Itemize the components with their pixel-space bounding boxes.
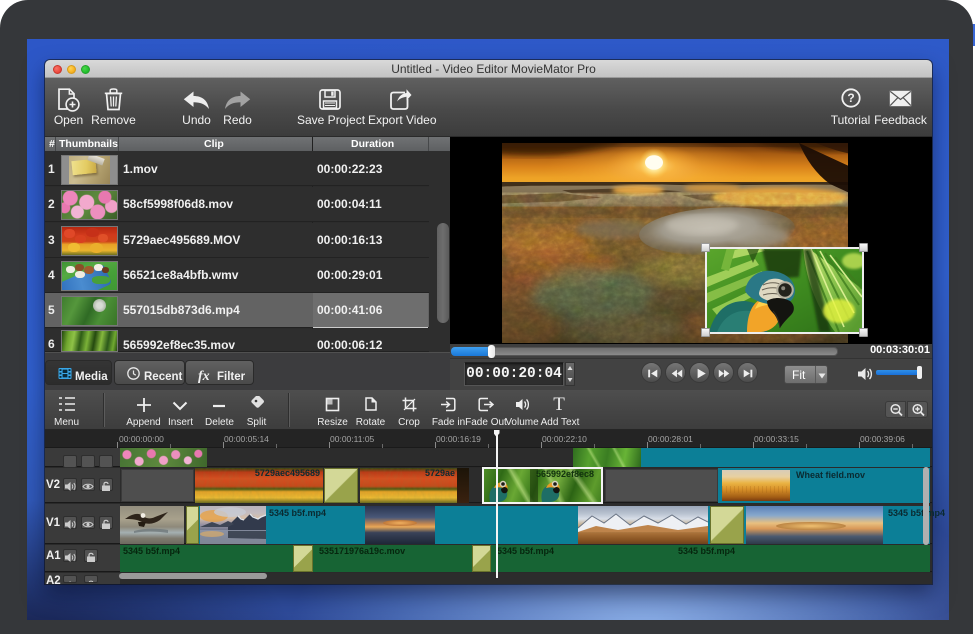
svg-text:?: ?: [847, 91, 854, 105]
